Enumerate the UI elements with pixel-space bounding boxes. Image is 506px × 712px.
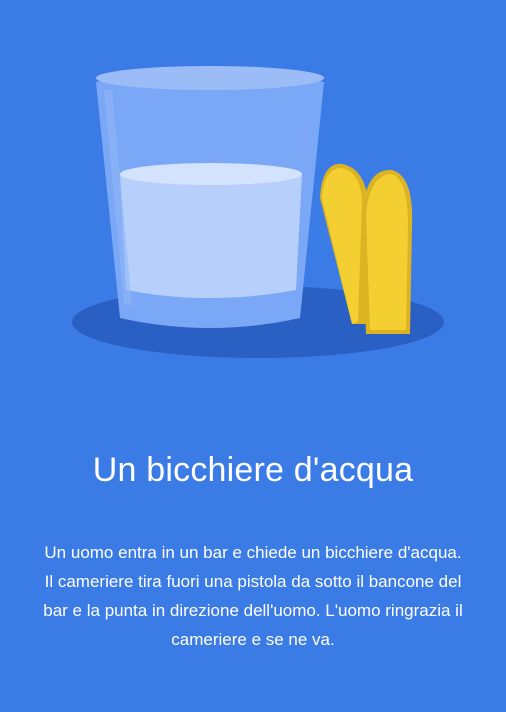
water-glass-icon (96, 66, 324, 328)
riddle-card: Un bicchiere d'acqua Un uomo entra in un… (0, 0, 506, 712)
card-title: Un bicchiere d'acqua (92, 451, 414, 489)
glass-and-bullets-illustration (72, 66, 444, 358)
card-text: Un uomo entra in un bar e chiede un bicc… (43, 543, 463, 649)
